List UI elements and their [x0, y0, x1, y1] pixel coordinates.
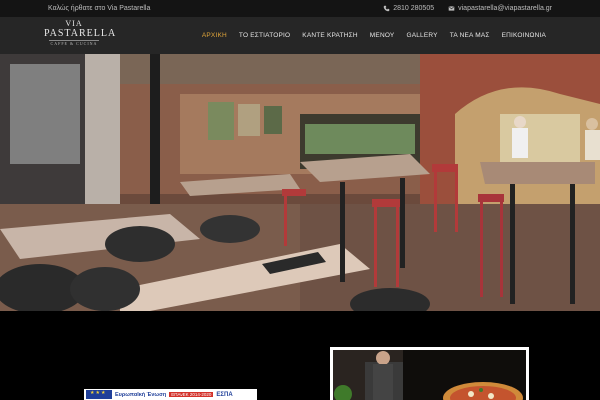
content-section: Ευρωπαϊκή Ένωση ΕΠΑνΕΚ 2014-2020 ΕΣΠΑ — [0, 311, 600, 400]
chef-pizza-image — [330, 347, 529, 400]
restaurant-interior-illustration — [0, 54, 600, 311]
contact-info: 2810 280505 viapastarella@viapastarella.… — [383, 5, 552, 12]
email-link[interactable]: viapastarella@viapastarella.gr — [448, 5, 552, 12]
logo-line-3: CAFFE & CUCINA — [50, 41, 98, 46]
nav-item-reservation[interactable]: ΚΑΝΤΕ ΚΡΑΤΗΣΗ — [296, 32, 364, 39]
logo-line-1: VIA — [65, 19, 83, 28]
nav-item-home[interactable]: ΑΡΧΙΚΗ — [196, 32, 233, 39]
site-header: VIA PASTARELLA CAFFE & CUCINA ΑΡΧΙΚΗ ΤΟ … — [0, 17, 600, 54]
nav-item-restaurant[interactable]: ΤΟ ΕΣΤΙΑΤΟΡΙΟ — [233, 32, 296, 39]
banner-eu-text: Ευρωπαϊκή Ένωση — [115, 391, 167, 398]
hero-image — [0, 54, 600, 311]
chef-pizza-illustration — [333, 350, 526, 400]
banner-epanek-text: ΕΠΑνΕΚ 2014-2020 — [169, 392, 214, 397]
top-bar: Καλώς ήρθατε στο Via Pastarella 2810 280… — [0, 0, 600, 17]
nav-item-news[interactable]: ΤΑ ΝΕΑ ΜΑΣ — [444, 32, 496, 39]
banner-espa-text: ΕΣΠΑ — [216, 391, 233, 398]
welcome-text: Καλώς ήρθατε στο Via Pastarella — [48, 5, 151, 12]
phone-icon — [383, 5, 390, 12]
phone-link[interactable]: 2810 280505 — [383, 5, 434, 12]
nav-item-menu[interactable]: ΜΕΝΟΥ — [364, 32, 401, 39]
logo-line-2: PASTARELLA — [44, 28, 117, 39]
eu-flag-icon — [86, 390, 112, 399]
site-logo[interactable]: VIA PASTARELLA CAFFE & CUCINA — [44, 19, 117, 52]
envelope-icon — [448, 6, 455, 11]
nav-item-contact[interactable]: ΕΠΙΚΟΙΝΩΝΙΑ — [496, 32, 552, 39]
nav-item-gallery[interactable]: GALLERY — [400, 32, 443, 39]
main-navigation: ΑΡΧΙΚΗ ΤΟ ΕΣΤΙΑΤΟΡΙΟ ΚΑΝΤΕ ΚΡΑΤΗΣΗ ΜΕΝΟΥ… — [196, 17, 552, 54]
email-address: viapastarella@viapastarella.gr — [458, 5, 552, 12]
espa-funding-banner[interactable]: Ευρωπαϊκή Ένωση ΕΠΑνΕΚ 2014-2020 ΕΣΠΑ — [84, 389, 257, 400]
phone-number: 2810 280505 — [393, 5, 435, 12]
